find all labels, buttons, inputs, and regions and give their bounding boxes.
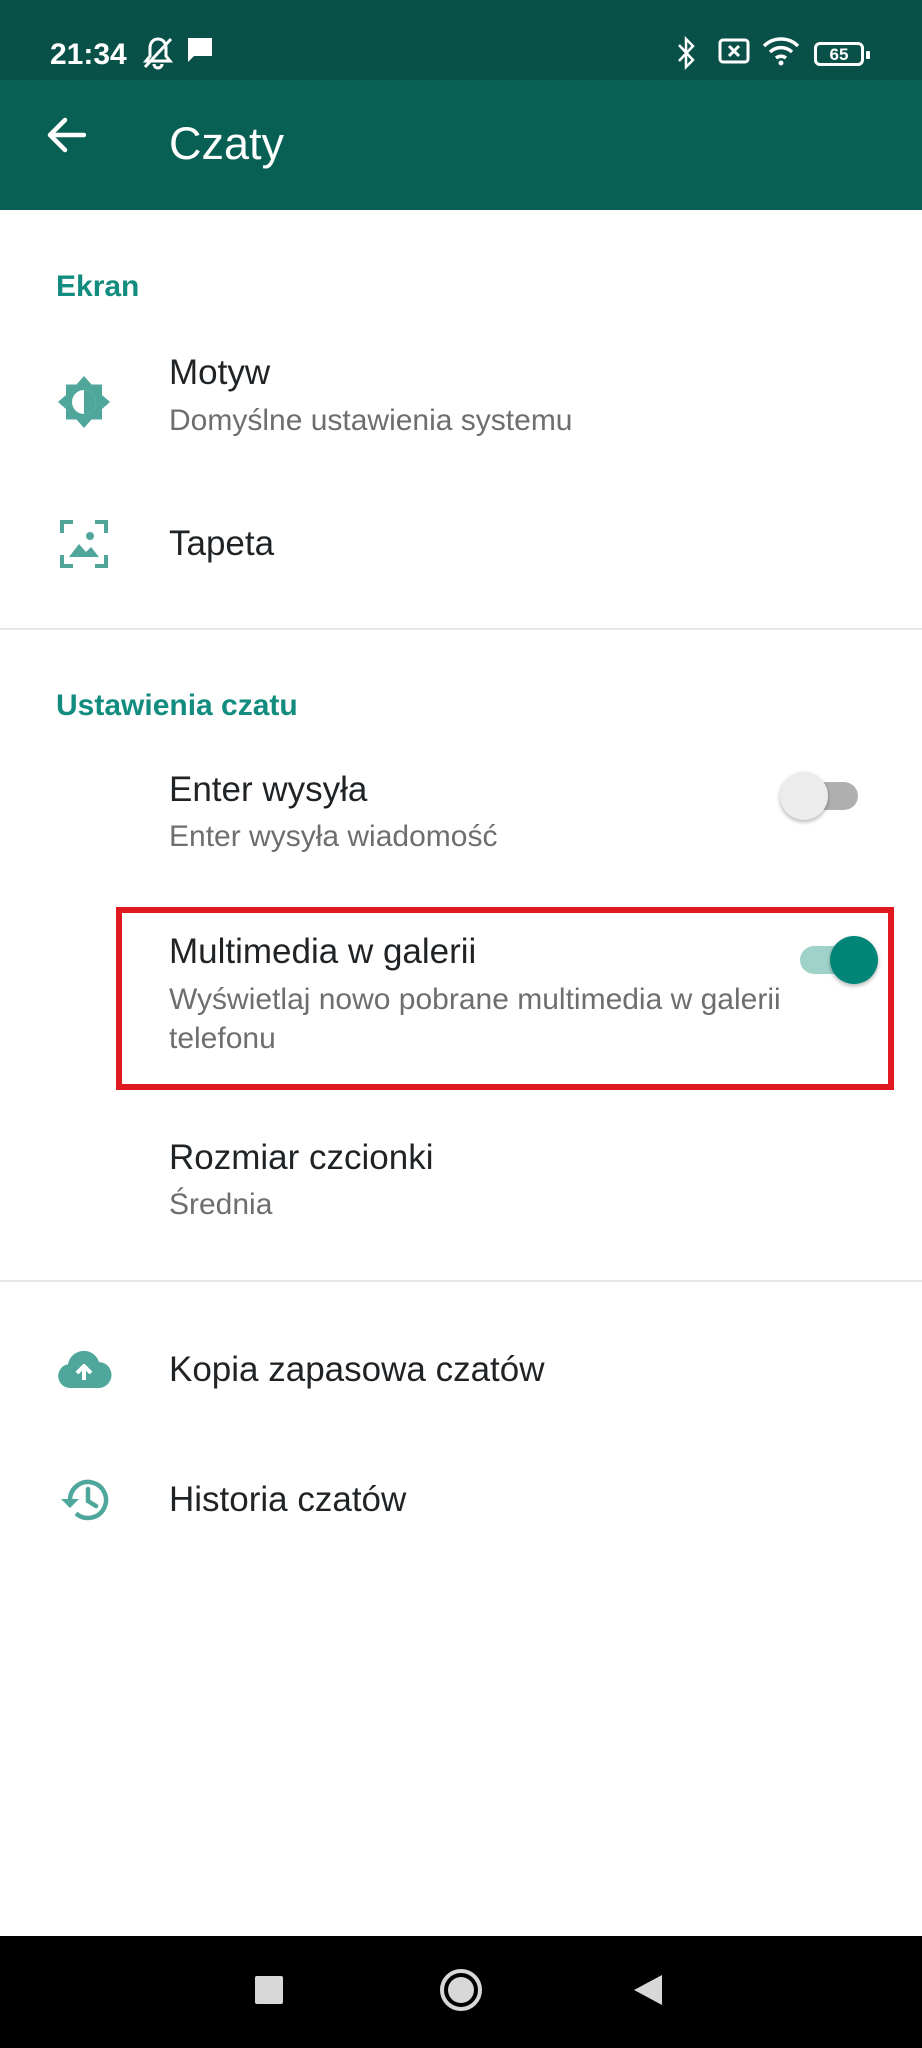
app-bar: Czaty bbox=[0, 80, 922, 210]
setting-chat-backup[interactable]: Kopia zapasowa czatów bbox=[0, 1320, 922, 1420]
arrow-back-icon bbox=[46, 117, 87, 158]
back-triangle-icon bbox=[632, 1973, 664, 2012]
setting-chat-history[interactable]: Historia czatów bbox=[0, 1450, 922, 1550]
battery-icon: 65 bbox=[814, 42, 870, 66]
setting-font-size-subtitle: Średnia bbox=[169, 1188, 273, 1221]
divider bbox=[0, 1280, 922, 1282]
setting-wallpaper[interactable]: Tapeta bbox=[0, 494, 922, 594]
setting-chat-backup-title: Kopia zapasowa czatów bbox=[169, 1350, 545, 1389]
enter-sends-toggle[interactable] bbox=[780, 772, 862, 820]
setting-enter-sends-subtitle: Enter wysyła wiadomość bbox=[169, 820, 498, 853]
message-icon bbox=[186, 36, 214, 71]
history-icon bbox=[54, 1470, 114, 1530]
system-nav-bar bbox=[0, 1936, 922, 2048]
status-time: 21:34 bbox=[50, 38, 127, 71]
sim-off-icon bbox=[718, 36, 750, 71]
bluetooth-icon bbox=[676, 35, 698, 75]
back-button[interactable] bbox=[34, 105, 98, 169]
cloud-upload-icon bbox=[54, 1340, 114, 1400]
status-bar: 21:34 65 bbox=[0, 0, 922, 80]
setting-font-size-title: Rozmiar czcionki bbox=[169, 1138, 434, 1177]
recents-square-icon bbox=[254, 1975, 284, 2010]
bell-off-icon bbox=[142, 36, 174, 75]
section-header-display: Ekran bbox=[56, 270, 140, 303]
section-header-chat-settings: Ustawienia czatu bbox=[56, 689, 298, 722]
divider bbox=[0, 628, 922, 630]
highlight-annotation bbox=[116, 907, 894, 1090]
wallpaper-icon bbox=[54, 514, 114, 574]
setting-enter-sends[interactable]: Enter wysyła Enter wysyła wiadomość bbox=[0, 760, 922, 870]
setting-font-size[interactable]: Rozmiar czcionki Średnia bbox=[0, 1128, 922, 1238]
brightness-icon bbox=[54, 372, 114, 432]
wifi-icon bbox=[762, 36, 800, 71]
home-button[interactable] bbox=[433, 1964, 489, 2020]
setting-wallpaper-title: Tapeta bbox=[169, 524, 275, 563]
setting-chat-history-title: Historia czatów bbox=[169, 1480, 407, 1519]
setting-enter-sends-title: Enter wysyła bbox=[169, 770, 368, 809]
setting-theme-subtitle: Domyślne ustawienia systemu bbox=[169, 404, 573, 437]
recents-button[interactable] bbox=[241, 1964, 297, 2020]
setting-theme-title: Motyw bbox=[169, 353, 271, 392]
setting-theme[interactable]: Motyw Domyślne ustawienia systemu bbox=[0, 340, 922, 470]
page-title: Czaty bbox=[169, 118, 285, 169]
battery-level: 65 bbox=[829, 45, 849, 64]
nav-back-button[interactable] bbox=[620, 1964, 676, 2020]
home-circle-icon bbox=[439, 1968, 483, 2017]
